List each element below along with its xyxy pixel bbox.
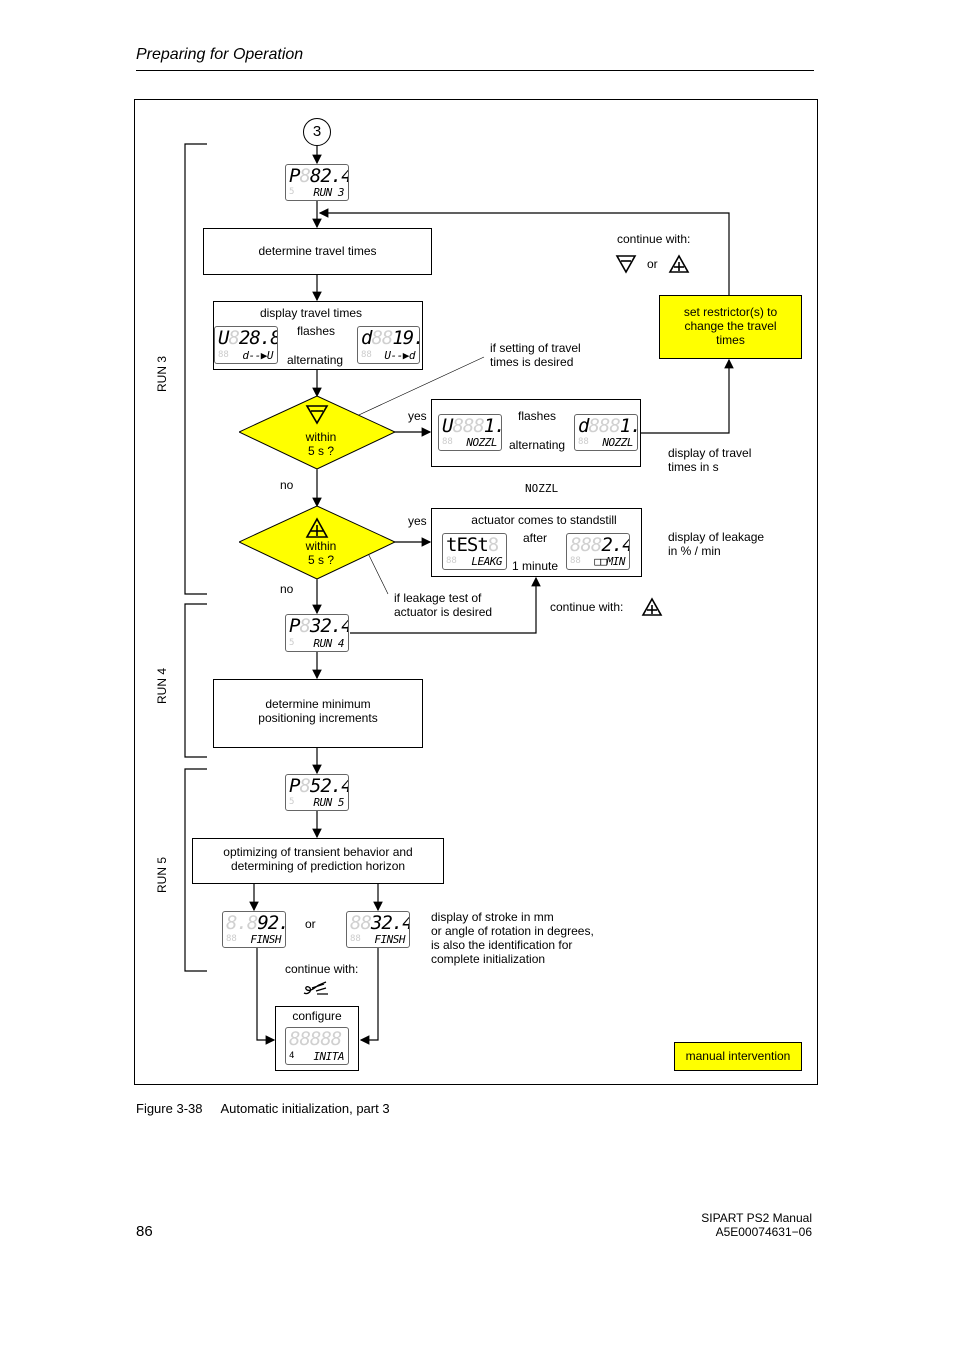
figure-caption: Figure 3-38 Automatic initialization, par… [136,1101,390,1116]
lcd-nozzle-up: U8881.3 88 NOZZL [438,414,502,451]
bracket-run4 [184,603,207,758]
lcd-finish-deg: 8832.4 88 FINSH [346,911,410,948]
stroke-line2: or angle of rotation in degrees, [431,924,594,938]
step-set-restrictor: set restrictor(s) to change the travel t… [659,295,802,359]
figure-title: Automatic initialization, part 3 [220,1101,390,1116]
continue-with-label: continue with: [285,962,359,976]
stroke-line1: display of stroke in mm [431,910,554,924]
if-leakage-line1: if leakage test of [394,591,482,605]
down-key-icon [615,255,637,274]
decision2-5s: 5 s ? [307,553,334,567]
lcd-test-leakage: tESt8 88 LEAKG [442,533,507,570]
stroke-line4: complete initialization [431,952,546,966]
decision2-within: within [305,539,337,553]
restrictor-line1: set restrictor(s) to [683,305,778,319]
leakage-line1: display of leakage [668,530,765,544]
lcd-leak-rate: 8882.4 88 □□MIN [566,533,630,570]
no-label-1: no [280,478,294,492]
continue-with-top: continue with: [617,232,691,246]
after-label: after [523,531,548,545]
run4-label: RUN 4 [155,667,169,704]
configure-label: configure [292,1009,342,1023]
yes-label-2: yes [408,514,427,528]
lcd-run3: P882.4 5 RUN 3 [285,164,349,201]
if-leakage-line2: actuator is desired [394,605,493,619]
alternating-label: alternating [287,353,344,367]
display-travel-times-label: display travel times [259,306,363,320]
restrictor-line2: change the travel [684,319,777,333]
step-optimizing: optimizing of transient behavior and det… [192,838,444,884]
lcd-finish-mm: 8.892.4 88 FINSH [222,911,286,948]
restrictor-line3: times [716,333,745,347]
if-leakage-annotation: if leakage test of actuator is desired [394,591,492,619]
no-label-2: no [280,582,294,596]
travel-times-line2: times in s [668,460,719,474]
run5-label: RUN 5 [155,856,169,893]
optimizing-line2: determining of prediction horizon [230,859,406,873]
flashes-label-2: flashes [518,409,557,423]
if-setting-annotation: if setting of travel times is desired [490,341,581,369]
alternating-label-2: alternating [509,438,566,452]
connector-3: 3 [303,118,331,146]
hand-icon [303,981,328,995]
flow-lines [184,143,734,1045]
min-increments-line2: positioning increments [258,711,378,725]
stroke-line3: is also the identification for [431,938,573,952]
stroke-annotation: display of stroke in mm or angle of rota… [431,910,594,966]
figure-number: Figure 3-38 [136,1101,203,1116]
leakage-line2: in % / min [668,544,721,558]
min-increments-line1: determine minimum [265,697,371,711]
footer-manual: SIPART PS2 Manual [701,1211,812,1225]
or-top: or [647,257,658,271]
footer-doc-info: SIPART PS2 Manual A5E00074631−06 [640,1211,812,1239]
leakage-annotation: display of leakage in % / min [668,530,764,558]
page-number: 86 [136,1223,153,1240]
footer-doc-id: A5E00074631−06 [715,1225,812,1239]
step-determine-min-increments: determine minimum positioning increments [213,679,423,748]
travel-times-line1: display of travel [668,446,752,460]
step-determine-travel-times: determine travel times [203,228,432,275]
lcd-run4: P832.4 5 RUN 4 [285,614,349,652]
if-setting-line1: if setting of travel [490,341,581,355]
lcd-run5: P852.4 5 RUN 5 [285,774,349,811]
travel-times-s-annotation: display of travel times in s [668,446,751,474]
up-key-icon [668,254,690,273]
actuator-standstill-label: actuator comes to standstill [471,513,617,527]
yes-label-1: yes [408,409,427,423]
lcd-travel-down: d8819.8 88 U--▶d [357,326,420,364]
lcd-config: 88888 4 INITA [285,1027,349,1065]
if-setting-line2: times is desired [490,355,574,369]
bracket-run3 [184,143,207,595]
one-minute-label: 1 minute [512,559,559,573]
lcd-nozzle-down: d8881.8 88 NOZZL [574,414,638,451]
flashes-label: flashes [297,324,336,338]
decision1-5s: 5 s ? [307,444,334,458]
up-key-icon-leak [641,597,663,616]
optimizing-line1: optimizing of transient behavior and [223,845,413,859]
continue-with-leak: continue with: [550,600,624,614]
nozzle-label: NOZZL [525,482,559,495]
legend-manual-intervention: manual intervention [674,1042,802,1071]
lcd-travel-up: U828.8 88 d--▶U [214,326,278,364]
decision1-within: within [305,430,337,444]
run3-label: RUN 3 [155,355,169,392]
or-label: or [305,917,316,931]
